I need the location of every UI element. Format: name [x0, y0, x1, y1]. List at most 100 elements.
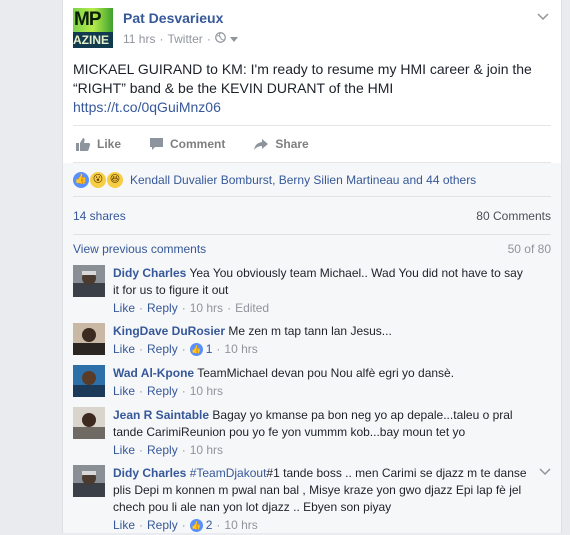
- commenter-avatar[interactable]: [73, 265, 105, 297]
- comment-like-link[interactable]: Like: [113, 384, 135, 398]
- comment-body: Wad Al-Kpone TeamMichael devan pou Nou a…: [113, 365, 527, 382]
- comment-button[interactable]: Comment: [149, 137, 225, 151]
- comment-time[interactable]: 10 hrs: [224, 518, 257, 532]
- comment-hashtag[interactable]: #TeamDjakout: [190, 466, 267, 480]
- commenter-name[interactable]: Wad Al-Kpone: [113, 366, 194, 380]
- comment-label: Comment: [170, 137, 226, 151]
- audience-dropdown-icon[interactable]: [229, 32, 238, 46]
- comment-likes-badge[interactable]: 👍 2: [189, 518, 213, 532]
- thumbs-up-icon: 👍: [189, 518, 203, 532]
- post-body: MICKAEL GUIRAND to KM: I'm ready to resu…: [73, 61, 532, 96]
- commenter-avatar[interactable]: [73, 465, 105, 497]
- separator-dot: ·: [139, 301, 144, 315]
- commenter-avatar[interactable]: [73, 407, 105, 439]
- comment-text: Me zen m tap tann lan Jesus...: [228, 324, 392, 338]
- post-header: MP AZINE Pat Desvarieux 11 hrs · Twitter…: [73, 8, 551, 54]
- comment-like-link[interactable]: Like: [113, 342, 135, 356]
- comment-footer: Like · Reply · 10 hrs · Edited: [113, 301, 269, 315]
- share-label: Share: [275, 137, 309, 151]
- comment-edited[interactable]: Edited: [235, 301, 269, 315]
- separator-dot: ·: [159, 32, 164, 46]
- commenter-name[interactable]: KingDave DuRosier: [113, 324, 225, 338]
- author-name[interactable]: Pat Desvarieux: [123, 10, 223, 26]
- avatar-logo-top: MP: [73, 8, 113, 32]
- separator-dot: ·: [216, 342, 221, 356]
- post-stats: 14 shares 80 Comments: [73, 197, 551, 235]
- separator-dot: ·: [181, 384, 186, 398]
- like-button[interactable]: Like: [75, 137, 121, 152]
- separator-dot: ·: [139, 518, 144, 532]
- post-text: MICKAEL GUIRAND to KM: I'm ready to resu…: [73, 60, 543, 117]
- comment-reply-link[interactable]: Reply: [147, 342, 178, 356]
- view-previous-comments-link[interactable]: View previous comments: [73, 242, 206, 256]
- commenter-name[interactable]: Didy Charles: [113, 466, 186, 480]
- post-meta: 11 hrs · Twitter ·: [123, 32, 238, 46]
- commenter-name[interactable]: Didy Charles: [113, 266, 186, 280]
- separator-dot: ·: [139, 342, 144, 356]
- comment-footer: Like · Reply · 10 hrs: [113, 443, 223, 457]
- globe-icon[interactable]: [214, 32, 226, 46]
- comment-like-link[interactable]: Like: [113, 301, 135, 315]
- haha-reaction-icon: 😆: [107, 171, 123, 188]
- comment-time[interactable]: 10 hrs: [190, 301, 223, 315]
- comment-icon: [149, 137, 164, 151]
- comment-likes-count: 1: [205, 342, 213, 356]
- comment-body: Jean R Saintable Bagay yo kmanse pa bon …: [113, 407, 527, 441]
- separator-dot: ·: [227, 301, 232, 315]
- separator-dot: ·: [181, 301, 186, 315]
- comment-reply-link[interactable]: Reply: [147, 443, 178, 457]
- comments-counter: 50 of 80: [507, 242, 551, 256]
- post-actions: Like Comment Share: [73, 125, 551, 163]
- author-avatar[interactable]: MP AZINE: [73, 8, 113, 48]
- reactors-text[interactable]: Kendall Duvalier Bomburst, Berny Silien …: [130, 173, 476, 187]
- comment-time[interactable]: 10 hrs: [224, 342, 257, 356]
- comment-like-link[interactable]: Like: [113, 518, 135, 532]
- thumbs-up-icon: 👍: [189, 342, 203, 356]
- comment-time[interactable]: 10 hrs: [190, 384, 223, 398]
- post-source[interactable]: Twitter: [167, 32, 202, 46]
- separator-dot: ·: [206, 32, 211, 46]
- commenter-name[interactable]: Jean R Saintable: [113, 408, 209, 422]
- feedback-section: 👍 😮 😆 Kendall Duvalier Bomburst, Berny S…: [63, 163, 561, 533]
- comment: Didy Charles Yea You obviously team Mich…: [73, 265, 551, 317]
- comment-body: Didy Charles Yea You obviously team Mich…: [113, 265, 527, 299]
- separator-dot: ·: [181, 518, 186, 532]
- post-card: MP AZINE Pat Desvarieux 11 hrs · Twitter…: [62, 0, 562, 533]
- separator-dot: ·: [216, 518, 221, 532]
- separator-dot: ·: [181, 443, 186, 457]
- comment-reply-link[interactable]: Reply: [147, 384, 178, 398]
- post-time[interactable]: 11 hrs: [123, 32, 155, 46]
- comment: Wad Al-Kpone TeamMichael devan pou Nou a…: [73, 365, 551, 405]
- comments-count[interactable]: 80 Comments: [476, 209, 551, 223]
- comment-footer: Like · Reply · 👍 2 · 10 hrs: [113, 518, 258, 532]
- comment-time[interactable]: 10 hrs: [190, 443, 223, 457]
- post-link[interactable]: https://t.co/0qGuiMnz06: [73, 98, 543, 117]
- comment-options-chevron-icon[interactable]: [539, 465, 551, 479]
- comment: Jean R Saintable Bagay yo kmanse pa bon …: [73, 407, 551, 461]
- separator-dot: ·: [139, 384, 144, 398]
- like-label: Like: [97, 137, 122, 151]
- reactions-bar[interactable]: 👍 😮 😆 Kendall Duvalier Bomburst, Berny S…: [73, 163, 551, 197]
- wow-reaction-icon: 😮: [90, 171, 106, 188]
- separator-dot: ·: [139, 443, 144, 457]
- comment-likes-badge[interactable]: 👍 1: [189, 342, 213, 356]
- commenter-avatar[interactable]: [73, 323, 105, 355]
- post-options-chevron-icon[interactable]: [537, 10, 549, 24]
- comment-reply-link[interactable]: Reply: [147, 301, 178, 315]
- comment-footer: Like · Reply · 10 hrs: [113, 384, 223, 398]
- thumbs-up-icon: [75, 137, 91, 152]
- reaction-icons: 👍 😮 😆: [73, 171, 124, 188]
- comment-likes-count: 2: [205, 518, 213, 532]
- separator-dot: ·: [181, 342, 186, 356]
- comment-like-link[interactable]: Like: [113, 443, 135, 457]
- share-button[interactable]: Share: [253, 137, 309, 151]
- comment: Didy Charles #TeamDjakout#1 tande boss .…: [73, 465, 551, 535]
- comment-reply-link[interactable]: Reply: [147, 518, 178, 532]
- avatar-logo-bottom: AZINE: [73, 32, 113, 48]
- share-arrow-icon: [253, 138, 269, 151]
- comment-footer: Like · Reply · 👍 1 · 10 hrs: [113, 342, 258, 356]
- shares-count[interactable]: 14 shares: [73, 209, 126, 223]
- comment: KingDave DuRosier Me zen m tap tann lan …: [73, 323, 551, 363]
- commenter-avatar[interactable]: [73, 365, 105, 397]
- comment-body: Didy Charles #TeamDjakout#1 tande boss .…: [113, 465, 527, 516]
